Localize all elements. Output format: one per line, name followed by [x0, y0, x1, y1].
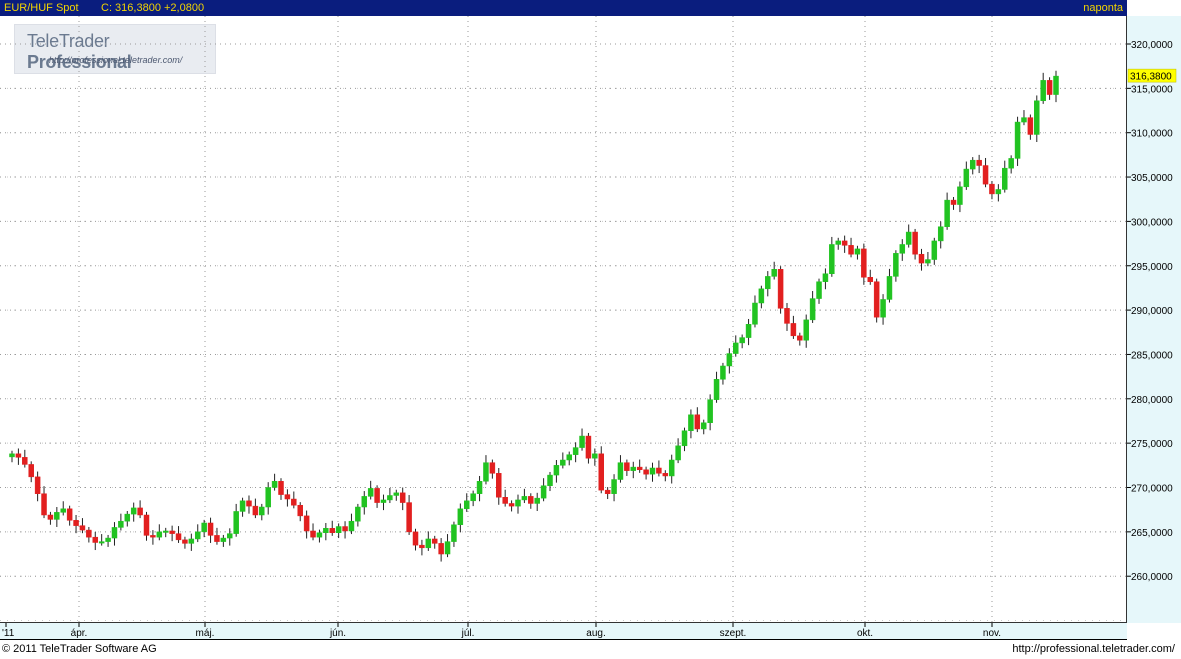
logo-url: http://professional.teletrader.com/: [49, 55, 183, 65]
copyright-text: © 2011 TeleTrader Software AG: [2, 643, 157, 655]
chart-title-bar: EUR/HUF Spot C: 316,3800 +2,0800 naponta: [0, 0, 1127, 16]
chart-window: EUR/HUF Spot C: 316,3800 +2,0800 naponta…: [0, 0, 1181, 659]
logo-brand: TeleTrader Professional: [27, 31, 132, 72]
plot-area[interactable]: [0, 16, 1127, 623]
teletrader-logo: TeleTrader Professional http://professio…: [14, 24, 216, 74]
symbol-label: EUR/HUF Spot: [4, 2, 79, 14]
close-price-label: C: 316,3800 +2,0800: [101, 2, 205, 14]
price-axis[interactable]: [1127, 16, 1181, 623]
frequency-label[interactable]: naponta: [1083, 0, 1123, 16]
time-axis[interactable]: [0, 623, 1127, 640]
footer-url[interactable]: http://professional.teletrader.com/: [1012, 640, 1175, 659]
footer: © 2011 TeleTrader Software AG http://pro…: [0, 640, 1181, 659]
